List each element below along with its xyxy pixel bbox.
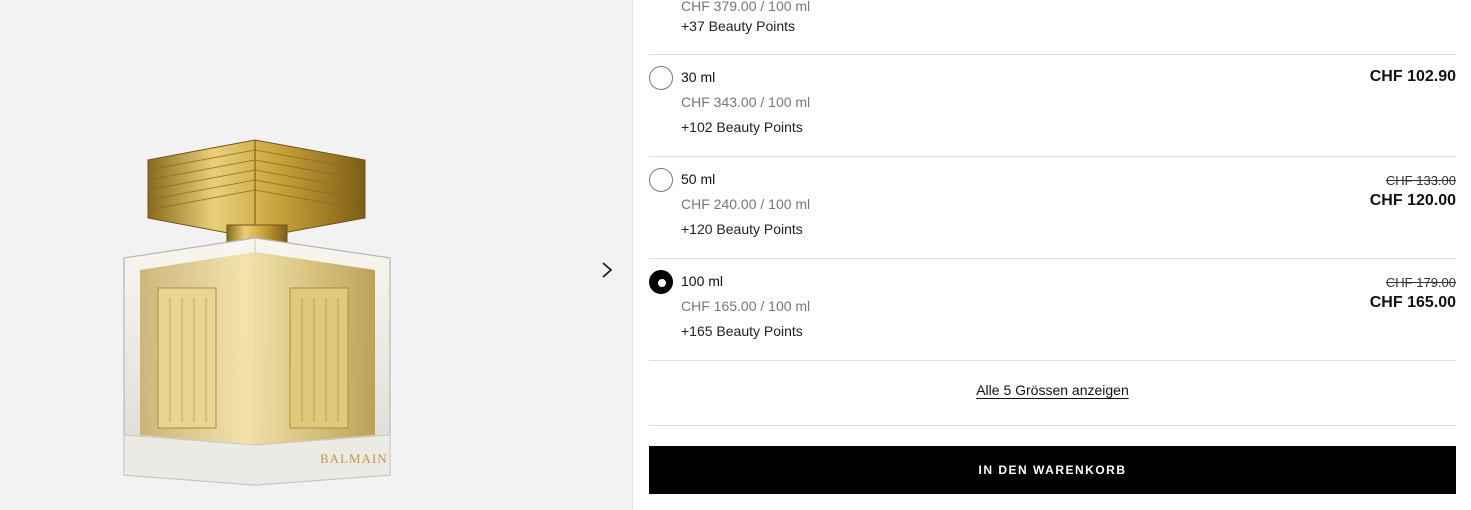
old-price: CHF 133.00 bbox=[1385, 173, 1456, 188]
price: CHF 165.00 bbox=[1369, 294, 1456, 311]
size-option-100ml[interactable]: 100 ml CHF 165.00 / 100 ml +165 Beauty P… bbox=[649, 259, 1456, 361]
size-label: 30 ml bbox=[681, 69, 716, 85]
price: CHF 102.90 bbox=[1369, 68, 1456, 85]
radio-button[interactable] bbox=[649, 168, 673, 192]
beauty-points: +102 Beauty Points bbox=[681, 119, 803, 135]
beauty-points: +120 Beauty Points bbox=[681, 221, 803, 237]
price: CHF 120.00 bbox=[1369, 192, 1456, 209]
unit-price: CHF 240.00 / 100 ml bbox=[681, 196, 811, 212]
product-image: BALMAIN bbox=[123, 139, 391, 486]
radio-button[interactable] bbox=[649, 66, 673, 90]
next-image-button[interactable] bbox=[596, 258, 618, 282]
brand-mark: BALMAIN bbox=[320, 451, 388, 466]
product-gallery: BALMAIN bbox=[0, 0, 633, 510]
beauty-points: +165 Beauty Points bbox=[681, 323, 803, 339]
size-option[interactable]: CHF 379.00 / 100 ml +37 Beauty Points bbox=[649, 0, 1456, 55]
show-all-sizes-link[interactable]: Alle 5 Grössen anzeigen bbox=[976, 382, 1129, 398]
unit-price: CHF 343.00 / 100 ml bbox=[681, 94, 811, 110]
chevron-right-icon bbox=[602, 262, 613, 278]
size-label: 100 ml bbox=[681, 273, 724, 289]
add-to-cart-button[interactable]: IN DEN WARENKORB bbox=[649, 446, 1456, 494]
radio-button-selected[interactable] bbox=[649, 270, 673, 294]
size-option-50ml[interactable]: 50 ml CHF 240.00 / 100 ml +120 Beauty Po… bbox=[649, 157, 1456, 259]
old-price: CHF 179.00 bbox=[1385, 275, 1456, 290]
unit-price: CHF 379.00 / 100 ml bbox=[681, 0, 811, 14]
unit-price: CHF 165.00 / 100 ml bbox=[681, 298, 811, 314]
show-all-sizes-row: Alle 5 Grössen anzeigen bbox=[649, 361, 1456, 426]
size-option-30ml[interactable]: 30 ml CHF 343.00 / 100 ml +102 Beauty Po… bbox=[649, 55, 1456, 157]
beauty-points: +37 Beauty Points bbox=[681, 18, 796, 34]
product-options-panel: CHF 379.00 / 100 ml +37 Beauty Points 30… bbox=[649, 0, 1456, 510]
size-label: 50 ml bbox=[681, 171, 716, 187]
